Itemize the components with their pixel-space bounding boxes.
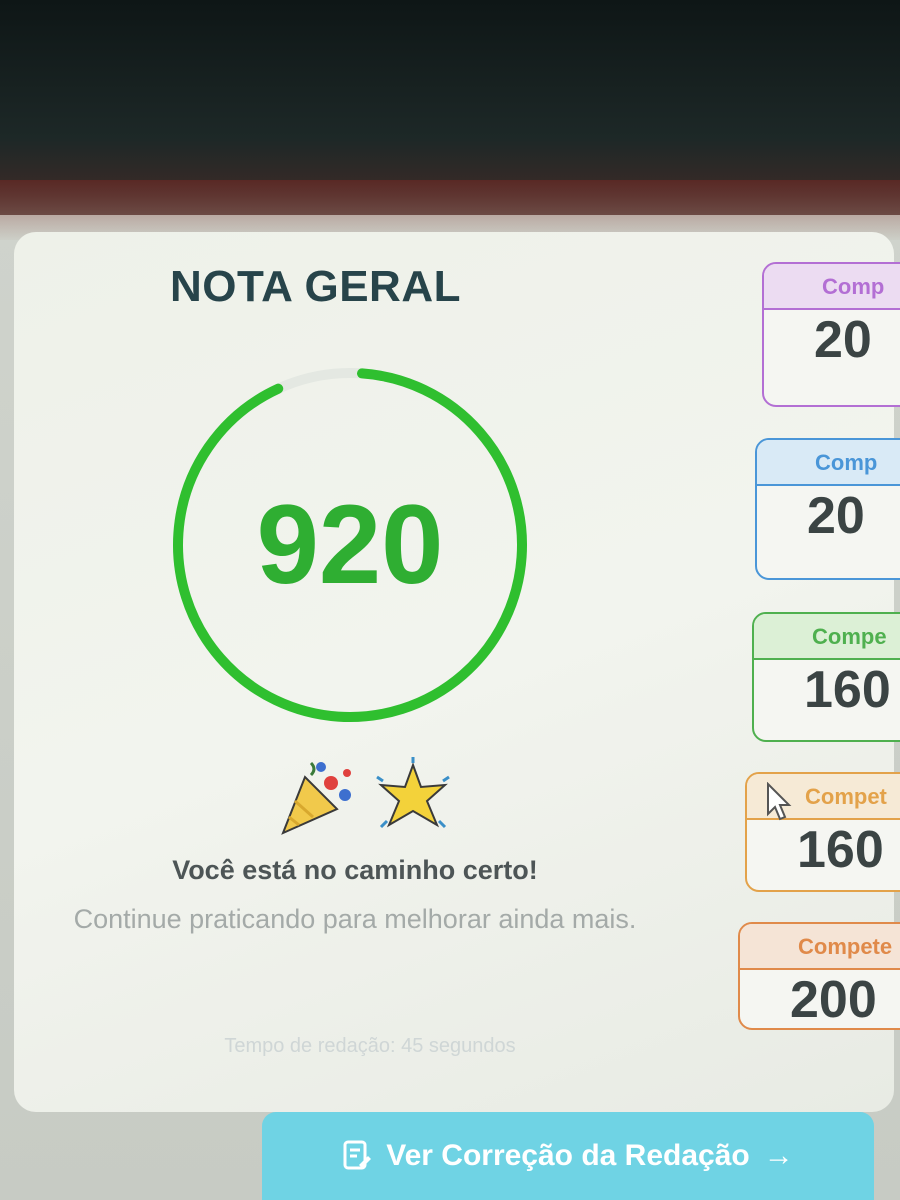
document-edit-icon [343,1140,372,1170]
screen-top-edge [0,180,900,240]
competency-label: Compete [740,924,900,970]
competency-label: Comp [757,440,900,486]
competency-score: 200 [790,971,877,1029]
competency-label: Compe [754,614,900,660]
competency-score: 20 [814,311,872,369]
competency-score: 160 [804,661,891,719]
view-correction-label: Ver Correção da Redação [386,1139,750,1172]
overall-score-title: NOTA GERAL [170,262,461,311]
celebration-emojis [275,755,455,845]
competency-card-5[interactable]: Compete 200 [738,922,900,1030]
sparkle-star-icon [376,757,450,829]
party-popper-icon [281,761,351,835]
view-correction-button[interactable]: Ver Correção da Redação → [262,1112,874,1200]
competency-card-2[interactable]: Comp 20 [755,438,900,580]
encouragement-subtext: Continue praticando para melhorar ainda … [73,904,637,934]
competency-score: 20 [807,487,865,545]
overall-score-value: 920 [256,482,444,607]
writing-time: Tempo de redação: 45 segundos [224,1035,516,1057]
mouse-cursor-icon [767,782,792,821]
competency-score: 160 [797,821,884,879]
competency-label: Comp [764,264,900,310]
arrow-right-icon: → [763,1139,794,1172]
competency-card-1[interactable]: Comp 20 [762,262,900,407]
competency-card-3[interactable]: Compe 160 [752,612,900,742]
encouragement-headline: Você está no caminho certo! [172,855,538,885]
